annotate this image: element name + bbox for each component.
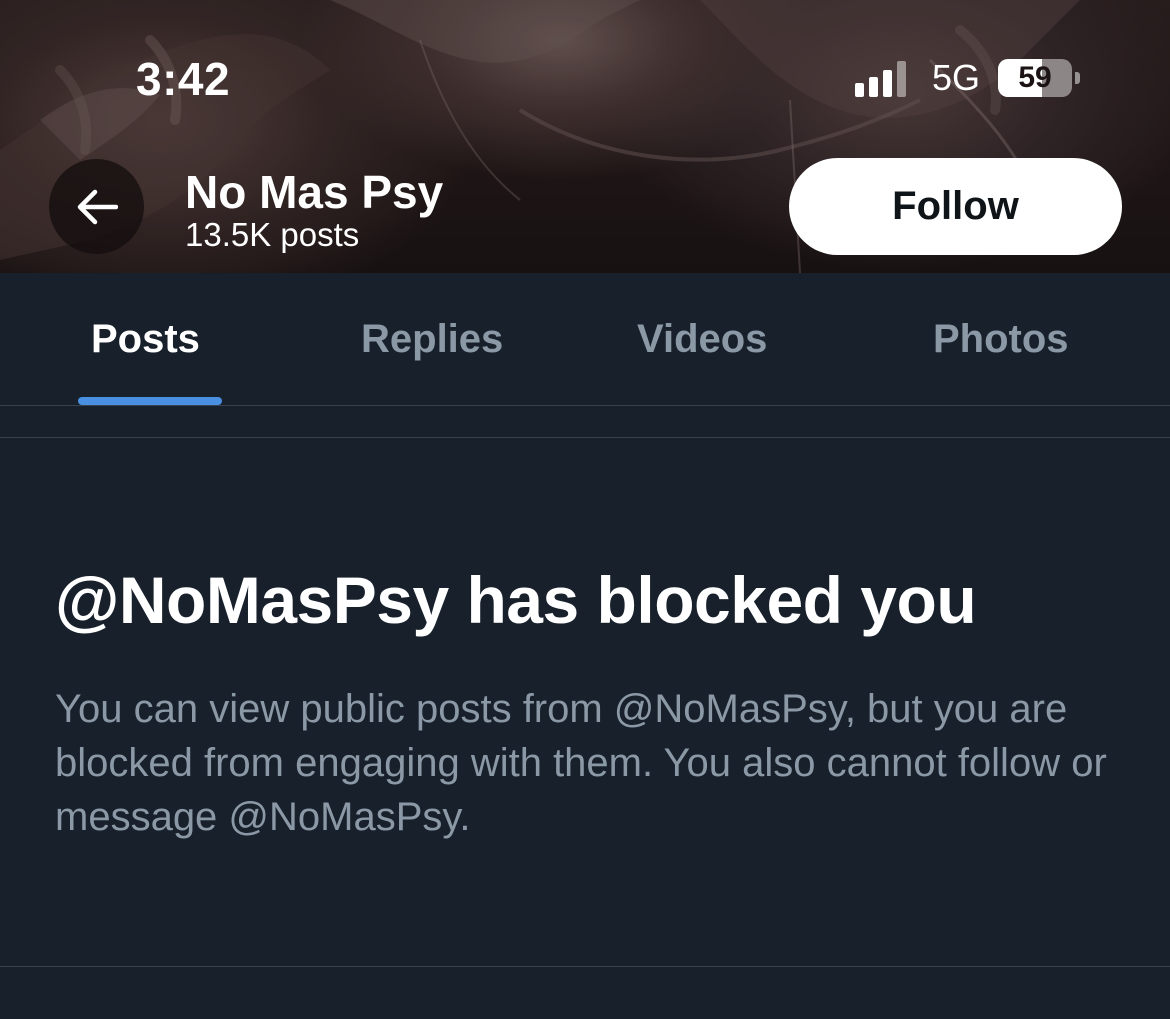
battery-level: 59 [1018, 61, 1052, 94]
divider [0, 966, 1170, 967]
status-indicators: 5G 59 [855, 57, 1081, 98]
battery-icon: 59 [998, 59, 1073, 97]
status-time: 3:42 [136, 53, 231, 105]
profile-name: No Mas Psy [185, 166, 444, 218]
active-tab-indicator [78, 397, 222, 405]
network-type: 5G [932, 57, 981, 98]
blocked-title: @NoMasPsy has blocked you [55, 563, 977, 637]
back-button[interactable] [49, 159, 144, 254]
tab-replies[interactable]: Replies [361, 317, 503, 362]
blocked-description: You can view public posts from @NoMasPsy… [55, 687, 1107, 839]
arrow-left-icon [77, 189, 118, 224]
profile-banner: 3:42 5G 59 No Mas Psy 13.5K posts Follow [0, 0, 1170, 273]
cellular-signal-icon [855, 59, 906, 97]
battery-terminal [1075, 72, 1081, 84]
tab-posts[interactable]: Posts [91, 317, 200, 362]
tab-photos[interactable]: Photos [933, 317, 1069, 362]
divider [0, 437, 1170, 438]
post-count: 13.5K posts [185, 216, 360, 253]
follow-button[interactable]: Follow [789, 158, 1122, 255]
tab-videos[interactable]: Videos [637, 317, 767, 362]
profile-screen: 3:42 5G 59 No Mas Psy 13.5K posts Follow [0, 0, 1170, 1019]
profile-tabs: Posts Replies Videos Photos [0, 273, 1170, 406]
